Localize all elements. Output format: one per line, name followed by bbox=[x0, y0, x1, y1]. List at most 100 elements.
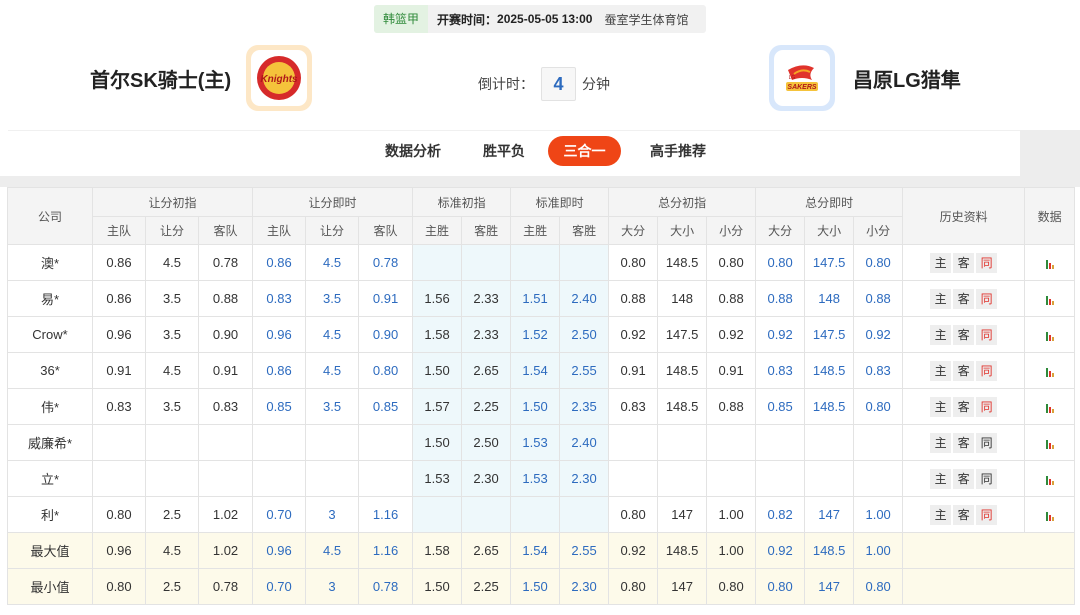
bar-chart-icon[interactable] bbox=[1045, 258, 1054, 270]
company-name[interactable]: 36* bbox=[7, 352, 93, 389]
odds-cell: 1.50 bbox=[510, 568, 561, 605]
odds-cell: 148 bbox=[657, 280, 708, 317]
history-same-button[interactable]: 同 bbox=[976, 360, 998, 381]
odds-cell: 148 bbox=[804, 280, 855, 317]
odds-cell: 4.5 bbox=[305, 316, 360, 353]
history-home-button[interactable]: 主 bbox=[930, 288, 952, 309]
history-away-button[interactable]: 客 bbox=[953, 468, 975, 489]
odds-cell bbox=[252, 424, 307, 461]
summary-row: 最大值 0.96 4.5 1.02 0.96 4.5 1.16 1.58 2.65 1.54 2.5… bbox=[7, 532, 1076, 569]
odds-cell bbox=[197, 460, 254, 497]
odds-cell: 2.5 bbox=[145, 568, 199, 605]
odds-cell: 147.5 bbox=[804, 316, 855, 353]
odds-cell: 3.5 bbox=[145, 316, 199, 353]
history-home-button[interactable]: 主 bbox=[930, 468, 952, 489]
odds-cell: 148.5 bbox=[804, 532, 855, 569]
odds-cell: 0.82 bbox=[755, 496, 806, 533]
company-name[interactable]: 威廉希* bbox=[7, 424, 93, 461]
table-row: 立* 1.53 2.30 1.53 2.30 主客同 bbox=[7, 460, 1076, 497]
company-name[interactable]: Crow* bbox=[7, 316, 93, 353]
odds-cell: 4.5 bbox=[305, 352, 360, 389]
company-name[interactable]: 易* bbox=[7, 280, 93, 317]
history-away-button[interactable]: 客 bbox=[953, 396, 975, 417]
odds-cell: 0.78 bbox=[358, 244, 414, 281]
odds-cell: 0.83 bbox=[252, 280, 307, 317]
history-away-button[interactable]: 客 bbox=[953, 288, 975, 309]
header-total-live: 总分即时 bbox=[755, 187, 904, 217]
sakers-logo-icon: SAKERS LG bbox=[786, 65, 818, 91]
history-same-button[interactable]: 同 bbox=[976, 288, 998, 309]
history-away-button[interactable]: 客 bbox=[953, 252, 975, 273]
away-team-logo[interactable]: SAKERS LG bbox=[769, 45, 835, 111]
bar-chart-icon[interactable] bbox=[1045, 294, 1054, 306]
odds-cell bbox=[197, 424, 254, 461]
bar-chart-icon[interactable] bbox=[1045, 474, 1054, 486]
odds-cell bbox=[412, 244, 463, 281]
bar-chart-icon[interactable] bbox=[1045, 366, 1054, 378]
odds-cell: 2.30 bbox=[461, 460, 512, 497]
odds-cell: 0.86 bbox=[92, 244, 146, 281]
league-badge[interactable]: 韩篮甲 bbox=[374, 5, 429, 33]
history-same-button[interactable]: 同 bbox=[976, 252, 998, 273]
knights-logo-icon: Knights bbox=[257, 56, 301, 100]
company-name[interactable]: 立* bbox=[7, 460, 93, 497]
subheader-home-win: 主胜 bbox=[412, 216, 463, 245]
odds-cell: 1.53 bbox=[412, 460, 463, 497]
history-same-button[interactable]: 同 bbox=[976, 324, 998, 345]
history-away-button[interactable]: 客 bbox=[953, 324, 975, 345]
history-home-button[interactable]: 主 bbox=[930, 360, 952, 381]
history-cell: 主客同 bbox=[902, 316, 1026, 353]
history-same-button[interactable]: 同 bbox=[976, 432, 998, 453]
bar-chart-icon[interactable] bbox=[1045, 438, 1054, 450]
odds-cell: 0.92 bbox=[755, 316, 806, 353]
table-row: 易* 0.86 3.5 0.88 0.83 3.5 0.91 1.56 2.33 1.51 2.40… bbox=[7, 280, 1076, 317]
header-handicap-live: 让分即时 bbox=[252, 187, 414, 217]
history-home-button[interactable]: 主 bbox=[930, 504, 952, 525]
history-same-button[interactable]: 同 bbox=[976, 468, 998, 489]
odds-cell: 0.80 bbox=[92, 496, 146, 533]
history-away-button[interactable]: 客 bbox=[953, 504, 975, 525]
home-team-name[interactable]: 首尔SK骑士(主) bbox=[90, 64, 231, 93]
odds-cell: 0.80 bbox=[706, 568, 757, 605]
bar-chart-icon[interactable] bbox=[1045, 330, 1054, 342]
odds-cell: 1.16 bbox=[358, 496, 414, 533]
company-name[interactable]: 澳* bbox=[7, 244, 93, 281]
history-home-button[interactable]: 主 bbox=[930, 396, 952, 417]
odds-cell: 0.85 bbox=[755, 388, 806, 425]
history-same-button[interactable]: 同 bbox=[976, 504, 998, 525]
tab-win-draw-lose[interactable]: 胜平负 bbox=[464, 136, 544, 166]
history-same-button[interactable]: 同 bbox=[976, 396, 998, 417]
bar-chart-icon[interactable] bbox=[1045, 402, 1054, 414]
odds-cell: 0.88 bbox=[853, 280, 904, 317]
tab-three-in-one[interactable]: 三合一 bbox=[548, 136, 621, 166]
history-home-button[interactable]: 主 bbox=[930, 324, 952, 345]
odds-cell: 1.00 bbox=[706, 532, 757, 569]
subheader-under: 小分 bbox=[853, 216, 904, 245]
away-team-name[interactable]: 昌原LG猎隼 bbox=[853, 64, 961, 93]
tab-analysis[interactable]: 数据分析 bbox=[368, 136, 458, 166]
odds-cell: 0.80 bbox=[853, 568, 904, 605]
odds-cell: 3 bbox=[305, 496, 360, 533]
subheader-handicap: 让分 bbox=[305, 216, 360, 245]
bar-chart-icon[interactable] bbox=[1045, 510, 1054, 522]
odds-cell: 2.35 bbox=[559, 388, 610, 425]
odds-cell: 0.83 bbox=[755, 352, 806, 389]
home-team-logo[interactable]: Knights bbox=[246, 45, 312, 111]
countdown-value: 4 bbox=[541, 67, 576, 101]
data-cell bbox=[1024, 280, 1076, 317]
subheader-handicap: 让分 bbox=[145, 216, 199, 245]
history-home-button[interactable]: 主 bbox=[930, 432, 952, 453]
match-info-bar: 韩篮甲 开赛时间： 2025-05-05 13:00 蚕室学生体育馆 bbox=[374, 5, 706, 33]
odds-cell: 2.50 bbox=[461, 424, 512, 461]
odds-cell: 0.78 bbox=[358, 568, 414, 605]
company-name[interactable]: 利* bbox=[7, 496, 93, 533]
company-name[interactable]: 伟* bbox=[7, 388, 93, 425]
odds-cell: 2.30 bbox=[559, 460, 610, 497]
odds-cell: 1.56 bbox=[412, 280, 463, 317]
tab-expert-picks[interactable]: 高手推荐 bbox=[638, 136, 718, 166]
odds-cell: 1.00 bbox=[706, 496, 757, 533]
history-away-button[interactable]: 客 bbox=[953, 432, 975, 453]
odds-cell: 0.88 bbox=[706, 280, 757, 317]
history-away-button[interactable]: 客 bbox=[953, 360, 975, 381]
history-home-button[interactable]: 主 bbox=[930, 252, 952, 273]
